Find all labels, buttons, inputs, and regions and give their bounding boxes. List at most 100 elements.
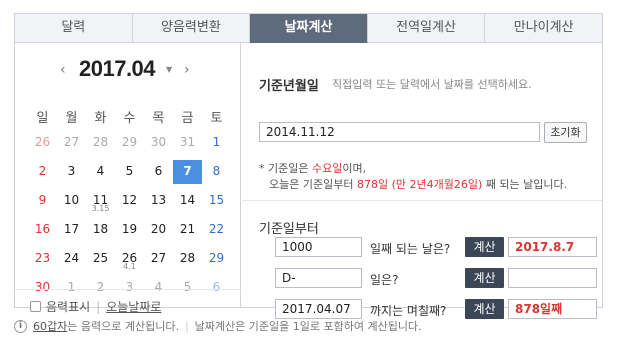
calendar-day-number: 20 (150, 222, 167, 236)
tab-1[interactable]: 양음력변환 (132, 14, 251, 43)
elapsed-note: 오늘은 기준일부터 878일 (만 2년4개월26일) 째 되는 날입니다. (269, 176, 567, 192)
calendar-day[interactable]: 26 4.1 (115, 247, 144, 271)
calendar-day[interactable]: 18 (86, 218, 115, 242)
calendar-day[interactable]: 23 (28, 247, 57, 271)
weekday-label: 일 (36, 111, 49, 126)
calendar-day[interactable]: 24 (57, 247, 86, 271)
prev-month-icon[interactable]: ‹ (60, 62, 66, 78)
calendar-day[interactable]: 29 (202, 247, 231, 271)
calendar-day-number: 10 (63, 193, 80, 207)
base-date-input[interactable] (259, 122, 540, 142)
base-date-title: 기준년월일 (259, 79, 319, 94)
reset-button[interactable]: 초기화 (544, 122, 587, 143)
calendar-day[interactable]: 3 (57, 160, 86, 184)
calendar-day[interactable]: 14 (173, 189, 202, 213)
calendar-day-number: 26 (34, 135, 51, 149)
calendar-day-number: 3 (67, 164, 76, 178)
base-date-hint: 직접입력 또는 달력에서 날짜를 선택하세요. (332, 78, 532, 91)
tab-2[interactable]: 날짜계산 (250, 14, 368, 43)
calendar-day[interactable]: 13 (144, 189, 173, 213)
sexagenary-link[interactable]: 60갑자 (33, 318, 67, 334)
calc-section-title: 기준일부터 (259, 222, 319, 237)
today-link[interactable]: 오늘날짜로 (106, 298, 161, 315)
calendar-day[interactable]: 12 (115, 189, 144, 213)
calendar-day[interactable]: 19 (115, 218, 144, 242)
calendar-day-number: 17 (63, 222, 80, 236)
calendar-day[interactable]: 3 (115, 276, 144, 300)
calendar-day[interactable]: 5 (115, 160, 144, 184)
month-dropdown-icon[interactable]: ▼ (166, 65, 172, 74)
weekday-header: 일월화수목금토 (28, 107, 231, 126)
calendar-day[interactable]: 25 (86, 247, 115, 271)
next-month-icon[interactable]: › (184, 62, 190, 78)
tab-4[interactable]: 만나이계산 (485, 14, 602, 43)
calendar-day[interactable]: 20 (144, 218, 173, 242)
calendar-day[interactable]: 22 (202, 218, 231, 242)
info-text-2: 날짜계산은 기준일을 1일로 포함하여 계산됩니다. (194, 320, 422, 333)
lunar-checkbox[interactable] (30, 301, 41, 312)
lunar-label: 음력표시 (46, 300, 91, 314)
calendar-day[interactable]: 6 (202, 276, 231, 300)
calendar-day[interactable]: 5 (173, 276, 202, 300)
days-after-input[interactable] (275, 237, 362, 257)
note-text: 째 되는 날입니다. (482, 178, 568, 191)
calc-button-days-after[interactable]: 계산 (465, 237, 504, 257)
calendar-day[interactable]: 31 (173, 131, 202, 155)
calendar-day-number: 16 (34, 222, 51, 236)
calendar-day-number: 27 (63, 135, 80, 149)
calc-button-d-day[interactable]: 계산 (465, 268, 504, 288)
info-footer: i 60갑자 는 음력으로 계산됩니다. | 날짜계산은 기준일을 1일로 포함… (14, 318, 422, 334)
calendar-header: ‹ 2017.04 ▼ › (15, 56, 241, 83)
weekday-label: 금 (181, 111, 194, 126)
calc-button-target-date[interactable]: 계산 (465, 299, 504, 319)
info-text-1: 는 음력으로 계산됩니다. (67, 320, 179, 333)
tab-3[interactable]: 전역일계산 (367, 14, 486, 43)
calendar-day-number: 29 (121, 135, 138, 149)
note-text: * 기준일은 (259, 162, 312, 175)
calendar-day[interactable]: 4 (144, 276, 173, 300)
calendar-day-number: 28 (92, 135, 109, 149)
calendar-day[interactable]: 6 (144, 160, 173, 184)
calendar-day[interactable]: 30 (144, 131, 173, 155)
calendar-day[interactable]: 21 (173, 218, 202, 242)
calendar-week-row: 23 24 25 26 4.1 27 28 29 (28, 247, 231, 271)
calendar-day[interactable]: 27 (144, 247, 173, 271)
calendar-day[interactable]: 9 (28, 189, 57, 213)
d-day-input[interactable] (275, 268, 362, 288)
calendar-day-number: 12 (121, 193, 138, 207)
calendar-day[interactable]: 26 (28, 131, 57, 155)
target-date-label: 까지는 며칠째? (370, 304, 447, 318)
tab-bar: 달력 양음력변환 날짜계산 전역일계산 만나이계산 (15, 14, 602, 43)
calendar-day[interactable]: 1 (57, 276, 86, 300)
tab-0[interactable]: 달력 (15, 14, 133, 43)
calendar-day[interactable]: 28 (173, 247, 202, 271)
calendar-day-number: 6 (212, 280, 221, 294)
calendar-day-number: 4 (154, 280, 163, 294)
result-d-day (508, 268, 597, 288)
calendar-day[interactable]: 1 (202, 131, 231, 155)
calendar-day[interactable]: 10 (57, 189, 86, 213)
calendar-day[interactable]: 2 (28, 160, 57, 184)
calendar-day[interactable]: 15 (202, 189, 231, 213)
calendar-day-number: 27 (150, 251, 167, 265)
calendar-day[interactable]: 16 (28, 218, 57, 242)
calendar-day-number: 15 (208, 193, 225, 207)
calendar-day[interactable]: 28 (86, 131, 115, 155)
calendar-day[interactable]: 30 (28, 276, 57, 300)
calendar-day[interactable]: 8 (202, 160, 231, 184)
calendar-day[interactable]: 11 3.15 (86, 189, 115, 213)
calendar-day[interactable]: 4 (86, 160, 115, 184)
separator: | (96, 299, 101, 314)
calendar-day[interactable]: 17 (57, 218, 86, 242)
calendar-day[interactable]: 27 (57, 131, 86, 155)
calendar-footer-divider (15, 289, 241, 290)
calendar-day-number: 28 (179, 251, 196, 265)
calendar-day-number: 19 (121, 222, 138, 236)
target-date-input[interactable] (275, 299, 362, 319)
calendar-day[interactable]: 2 (86, 276, 115, 300)
calendar-day-number: 1 (212, 135, 221, 149)
calendar-day-number: 23 (34, 251, 51, 265)
calendar-day[interactable]: 29 (115, 131, 144, 155)
calendar-day-number: 7 (183, 164, 192, 178)
calendar-day-selected[interactable]: 7 (173, 160, 202, 184)
